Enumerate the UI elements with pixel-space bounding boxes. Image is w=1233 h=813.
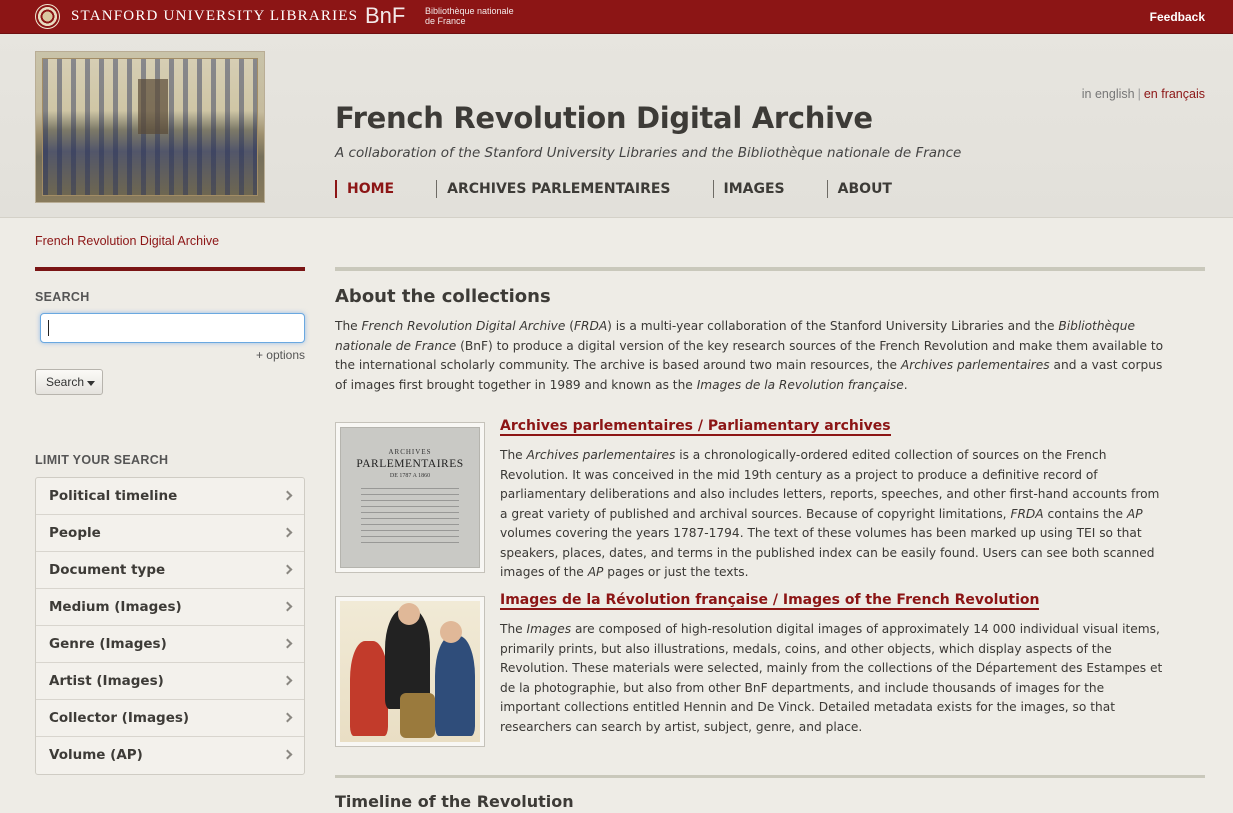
feedback-link[interactable]: Feedback [1150, 10, 1205, 24]
facet-artist-images[interactable]: Artist (Images) [36, 663, 304, 700]
print-drum [400, 693, 435, 738]
chevron-right-icon [282, 638, 293, 649]
intro-images-full: Images de la Revolution française [696, 377, 904, 392]
search-input[interactable] [40, 313, 305, 343]
timeline-heading: Timeline of the Revolution [335, 792, 574, 811]
lang-french[interactable]: en français [1144, 87, 1205, 101]
ap-thumb-line3: DE 1787 A 1860 [389, 473, 431, 479]
limit-search-label: LIMIT YOUR SEARCH [35, 453, 169, 467]
intro-text: ( [565, 319, 574, 333]
bnf-logo[interactable]: BnF [365, 3, 405, 29]
content-rule-bottom [335, 775, 1205, 778]
facet-medium-images[interactable]: Medium (Images) [36, 589, 304, 626]
intro-frda-abbr: FRDA [573, 319, 608, 333]
ap-text: The [500, 448, 527, 462]
chevron-right-icon [282, 712, 293, 723]
language-switcher: in english | en français [1082, 87, 1205, 101]
nav-archives-parlementaires[interactable]: ARCHIVES PARLEMENTAIRES [436, 180, 671, 198]
images-text: are composed of high-resolution digital … [500, 622, 1163, 734]
search-button-label: Search [46, 375, 85, 389]
ap-section-body: The Archives parlementaires is a chronol… [500, 446, 1165, 583]
ap-italic: AP [587, 565, 604, 579]
top-bar: STANFORD UNIVERSITY LIBRARIES BnF Biblio… [0, 0, 1233, 34]
facet-political-timeline[interactable]: Political timeline [36, 478, 304, 515]
print-figure [435, 636, 475, 736]
chevron-right-icon [282, 675, 293, 686]
facet-collector-images[interactable]: Collector (Images) [36, 700, 304, 737]
text-cursor [48, 320, 49, 336]
main-nav: HOME ARCHIVES PARLEMENTAIRES IMAGES ABOUT [335, 180, 934, 198]
ap-text: contains the [1043, 506, 1127, 521]
images-section-title[interactable]: Images de la Révolution française / Imag… [500, 592, 1040, 610]
intro-text: ) is a multi-year collaboration of the S… [607, 319, 1059, 333]
intro-paragraph: The French Revolution Digital Archive (F… [335, 317, 1165, 395]
nav-home[interactable]: HOME [335, 180, 394, 198]
header-illustration[interactable] [35, 51, 265, 203]
content-rule [335, 267, 1205, 271]
images-text: The [500, 622, 527, 636]
site-title[interactable]: French Revolution Digital Archive [335, 101, 873, 135]
stanford-seal-icon[interactable] [35, 4, 60, 29]
images-section-body: The Images are composed of high-resoluti… [500, 620, 1165, 737]
bnf-subtitle: Bibliothèque nationale de France [425, 6, 514, 26]
facet-genre-images[interactable]: Genre (Images) [36, 626, 304, 663]
print-head [440, 621, 462, 643]
ap-thumb-line1: ARCHIVES [388, 448, 432, 456]
ap-italic: AP [1126, 506, 1143, 521]
illustration-frame [42, 58, 258, 196]
ap-text: pages or just the texts. [603, 565, 749, 579]
ap-title-page: ARCHIVES PARLEMENTAIRES DE 1787 A 1860 [340, 427, 480, 568]
facet-label: Document type [49, 562, 166, 578]
site-subtitle: A collaboration of the Stanford Universi… [335, 145, 962, 161]
facet-label: Collector (Images) [49, 710, 190, 726]
chevron-right-icon [282, 490, 293, 501]
facet-label: Artist (Images) [49, 673, 164, 689]
images-thumbnail[interactable] [335, 596, 485, 747]
nav-about[interactable]: ABOUT [826, 180, 892, 198]
intro-text: The [335, 319, 362, 333]
breadcrumb[interactable]: French Revolution Digital Archive [35, 234, 219, 248]
sidebar-rule [35, 267, 305, 271]
search-button[interactable]: Search [35, 369, 103, 395]
intro-frda-full: French Revolution Digital Archive [361, 319, 566, 333]
facet-label: Medium (Images) [49, 599, 182, 615]
illustration-scaffold [138, 79, 168, 134]
images-italic: Images [526, 622, 572, 636]
facet-label: Volume (AP) [49, 747, 143, 763]
search-label: SEARCH [35, 290, 90, 304]
facet-label: Political timeline [49, 488, 178, 504]
search-options-link[interactable]: + options [256, 348, 305, 362]
facet-document-type[interactable]: Document type [36, 552, 304, 589]
nav-images[interactable]: IMAGES [712, 180, 785, 198]
facet-list: Political timeline People Document type … [35, 477, 305, 775]
about-heading: About the collections [335, 286, 551, 307]
ap-italic: Archives parlementaires [526, 448, 676, 462]
intro-text: . [903, 377, 908, 392]
ap-italic: FRDA [1010, 506, 1044, 521]
facet-people[interactable]: People [36, 515, 304, 552]
chevron-right-icon [282, 527, 293, 538]
facet-label: Genre (Images) [49, 636, 167, 652]
ap-thumb-text-lines [361, 488, 459, 548]
ap-section-title[interactable]: Archives parlementaires / Parliamentary … [500, 418, 891, 436]
stanford-libraries-link[interactable]: STANFORD UNIVERSITY LIBRARIES [71, 8, 358, 25]
lang-separator: | [1137, 87, 1141, 101]
intro-ap: Archives parlementaires [900, 358, 1050, 372]
facet-label: People [49, 525, 101, 541]
images-print [340, 601, 480, 742]
chevron-right-icon [282, 564, 293, 575]
chevron-right-icon [282, 749, 293, 760]
lang-english[interactable]: in english [1082, 87, 1135, 101]
print-head [398, 603, 420, 625]
caret-down-icon [87, 381, 95, 386]
ap-thumbnail[interactable]: ARCHIVES PARLEMENTAIRES DE 1787 A 1860 [335, 422, 485, 573]
facet-volume-ap[interactable]: Volume (AP) [36, 737, 304, 774]
chevron-right-icon [282, 601, 293, 612]
print-figure [350, 641, 388, 736]
ap-thumb-line2: PARLEMENTAIRES [356, 458, 464, 470]
